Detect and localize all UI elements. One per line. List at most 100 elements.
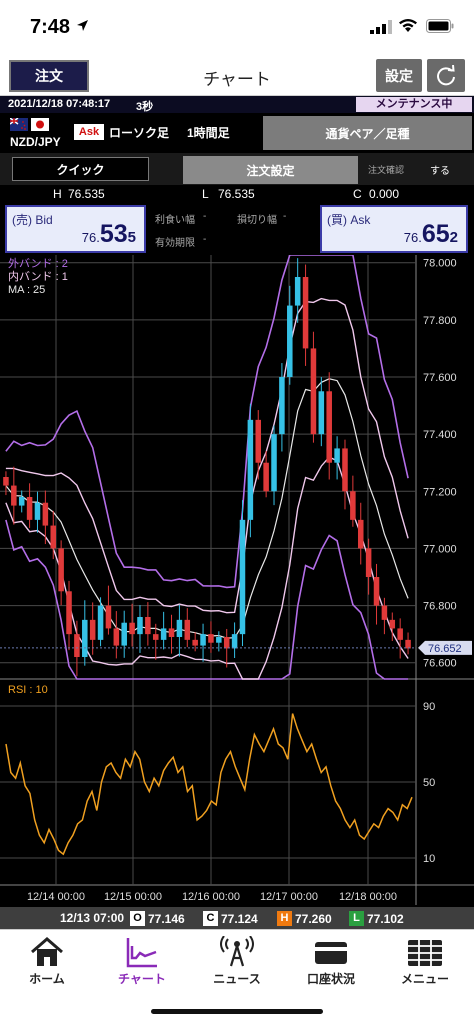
tab-news-label: ニュース [213,972,261,986]
bid-price-prefix: 76. [81,230,100,245]
menu-icon [408,940,442,966]
quote-row: (売) Bid 76.535 利食い幅 - 損切り幅 - 有効期限 - (買) … [0,203,474,255]
candle-body [247,419,254,520]
candle-body [271,434,277,492]
quick-order-button[interactable]: クイック [12,157,149,181]
order-confirm-label: 注文確認 [368,165,405,175]
candle-body [184,619,191,640]
tab-chart-label: チャート [118,972,166,986]
stop-loss-label: 損切り幅 [237,215,277,226]
rsi-title: RSI : 10 [8,684,48,696]
order-button[interactable]: 注文 [9,60,89,92]
candle-body [255,419,262,463]
candle-body [74,634,80,657]
candle-body [66,591,72,635]
indicator-legend-1: 内バンド : 1 [8,269,68,283]
candle-body [381,605,388,620]
change-value: 0.000 [369,187,400,201]
candle-body [89,619,96,640]
ohlc-close: C 77.124 [203,911,258,926]
candle-type-label: ローソク足 [109,126,170,140]
ask-badge[interactable]: Ask [74,124,104,140]
candle-body [239,519,246,635]
candle-body [326,391,332,463]
candle-body [342,448,348,492]
ask-label: (買) Ask [327,213,371,227]
candle-body [113,628,120,646]
candle-body [357,519,364,549]
candle-body [365,548,372,577]
bid-price-main: 53 [99,220,128,248]
bid-button[interactable]: (売) Bid 76.535 [5,205,146,253]
tab-menu[interactable]: メニュー [378,934,472,994]
candle-body [302,277,309,349]
open-tag: O [130,911,145,926]
rsi-tick-label: 10 [423,853,435,865]
indicator-legend-2: MA : 25 [8,284,45,296]
time-tick-label: 12/16 00:00 [182,891,240,903]
candle-body [129,622,135,635]
ohlc-time: 12/13 07:00 [60,911,125,925]
period-label: 1時間足 [187,126,230,140]
candle-body [34,502,41,520]
candle-body [397,628,403,640]
candle-body [231,634,238,649]
price-tick-label: 76.600 [423,658,457,670]
order-tabs-row: クイック 注文設定 注文確認 する [0,153,474,185]
news-icon [220,936,254,967]
expiry-value: - [203,234,207,245]
order-settings-button[interactable]: 注文設定 [183,156,358,184]
candle-body [405,639,411,649]
currency-flags-icon [10,118,49,131]
home-icon [31,937,63,966]
tab-home[interactable]: ホーム [0,934,94,994]
candle-body [192,639,198,646]
refresh-icon [437,64,455,85]
tab-chart[interactable]: チャート [95,934,189,994]
tab-account-label: 口座状況 [306,972,355,986]
price-tick-label: 77.800 [423,315,457,327]
candle-body [3,477,9,486]
tab-home-label: ホーム [29,972,65,986]
currency-pair-label: NZD/JPY [10,135,61,149]
low-value: 76.535 [218,187,255,201]
price-tick-label: 77.600 [423,372,457,384]
settings-button[interactable]: 設定 [376,59,422,92]
ask-price-prefix: 76. [403,230,422,245]
candle-body [279,377,285,435]
refresh-interval: 3秒 [136,101,154,113]
candle-body [287,305,293,377]
rsi-tick-label: 90 [423,701,435,713]
candle-body [137,617,143,635]
high-value-ohlc: 77.260 [295,911,332,926]
refresh-button[interactable] [427,59,465,92]
take-profit-value: - [203,211,207,222]
ask-button[interactable]: (買) Ask 76.652 [320,205,468,253]
tab-account[interactable]: 口座状況 [284,934,378,994]
high-label: H [53,187,62,201]
bid-price: 76.535 [82,220,136,249]
ask-price-main: 65 [421,220,450,248]
candle-body [334,448,340,463]
indicator-legend-0: 外バンド : 2 [8,257,68,270]
candle-body [145,617,151,635]
candle-body [216,637,222,643]
hlc-row: H 76.535 L 76.535 C 0.000 [0,185,474,203]
low-tag: L [349,911,364,926]
candle-body [168,628,175,637]
order-confirm-toggle[interactable]: する [430,162,450,177]
candle-body [389,619,396,629]
price-chart[interactable]: 78.000 77.800 77.600 77.400 77.200 77.000 76.8… [0,255,474,907]
tab-news[interactable]: ニュース [190,934,284,994]
stop-loss-value: - [283,211,287,222]
candle-body [318,391,325,435]
ohlc-strip: 12/13 07:00 O 77.146 C 77.124 H 77.260 L 77.… [0,907,474,929]
pair-select-button[interactable]: 通貨ペア／足種 [263,116,472,150]
location-icon [77,20,88,31]
time-tick-label: 12/14 00:00 [27,891,85,903]
candle-body [373,577,380,606]
maintenance-badge: メンテナンス中 [356,97,472,112]
price-tick-label: 76.800 [423,601,457,613]
high-tag: H [277,911,292,926]
take-profit-label: 利食い幅 [155,215,195,226]
